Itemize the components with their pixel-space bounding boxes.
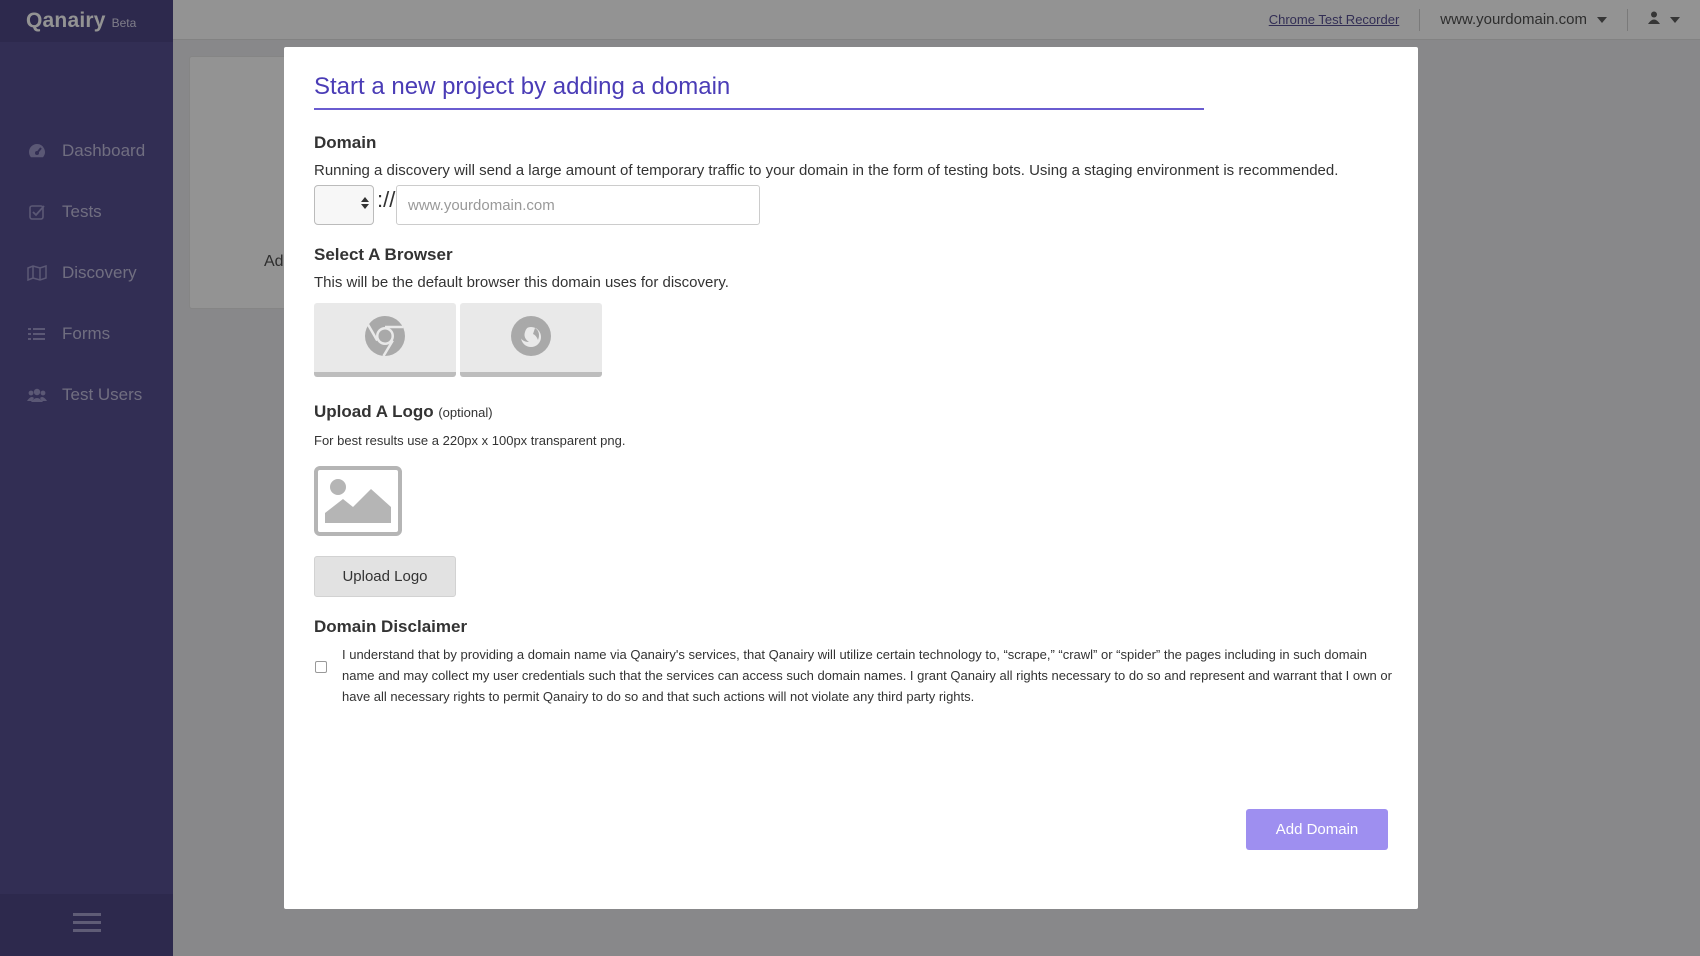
logo-hint: For best results use a 220px x 100px tra… <box>314 433 626 448</box>
domain-description: Running a discovery will send a large am… <box>314 162 1339 179</box>
select-arrows-icon <box>361 196 369 214</box>
add-domain-button[interactable]: Add Domain <box>1246 809 1388 850</box>
logo-section-title: Upload A Logo (optional) <box>314 402 493 422</box>
image-placeholder-icon <box>323 473 393 530</box>
protocol-separator: :// <box>377 187 396 212</box>
browser-description: This will be the default browser this do… <box>314 274 729 291</box>
firefox-icon <box>509 314 553 361</box>
modal-title: Start a new project by adding a domain <box>314 73 1204 110</box>
chrome-icon <box>363 314 407 361</box>
firefox-browser-button[interactable] <box>460 303 602 377</box>
add-domain-modal: Start a new project by adding a domain D… <box>284 47 1418 909</box>
browser-section-title: Select A Browser <box>314 245 453 264</box>
domain-section-title: Domain <box>314 133 377 152</box>
disclaimer-text: I understand that by providing a domain … <box>342 647 1392 704</box>
disclaimer-checkbox[interactable] <box>315 661 327 673</box>
optional-label: (optional) <box>438 405 493 420</box>
upload-logo-button[interactable]: Upload Logo <box>314 556 456 597</box>
logo-preview <box>314 466 402 536</box>
disclaimer-section-title: Domain Disclaimer <box>314 617 468 636</box>
logo-section-title-text: Upload A Logo <box>314 402 434 421</box>
domain-input[interactable] <box>396 185 760 225</box>
protocol-select[interactable] <box>314 185 374 225</box>
chrome-browser-button[interactable] <box>314 303 456 377</box>
